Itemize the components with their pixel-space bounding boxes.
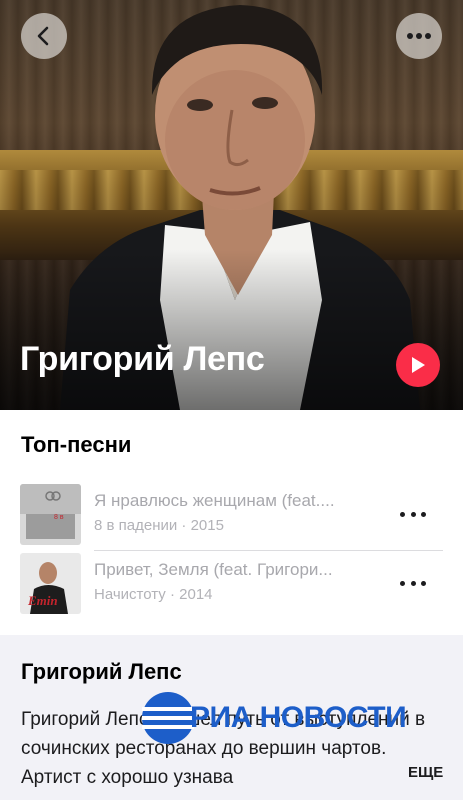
ellipsis-dot xyxy=(400,511,405,517)
song-row[interactable]: 8 в Я нравлюсь женщинам (feat.... 8 в па… xyxy=(0,484,463,551)
svg-text:Emin: Emin xyxy=(27,593,58,608)
ellipsis-dot xyxy=(421,580,426,586)
play-button[interactable] xyxy=(396,343,440,387)
song-more-button[interactable] xyxy=(400,504,426,524)
song-title: Я нравлюсь женщинам (feat.... xyxy=(94,491,335,510)
ellipsis-dot xyxy=(410,580,416,586)
ria-novosti-watermark: РИА НОВОСТИ xyxy=(140,688,440,748)
song-meta: Начистоту · 2014 xyxy=(94,586,213,603)
play-icon xyxy=(412,357,425,373)
album-art: Emin xyxy=(20,553,81,614)
divider xyxy=(94,550,443,551)
chevron-left-icon xyxy=(37,26,49,46)
more-options-button[interactable] xyxy=(396,13,442,59)
song-album: Начистоту xyxy=(94,586,166,603)
ellipsis-dot xyxy=(400,580,405,586)
ellipsis-dot xyxy=(421,511,426,517)
ellipsis-icon xyxy=(407,33,431,39)
album-art: 8 в xyxy=(20,484,81,545)
ria-logo-icon xyxy=(142,692,194,744)
about-heading: Григорий Лепс xyxy=(21,659,182,684)
song-year: 2015 xyxy=(190,517,224,534)
watermark-text: РИА НОВОСТИ xyxy=(190,701,407,734)
meta-separator: · xyxy=(177,517,191,534)
song-more-button[interactable] xyxy=(400,573,426,593)
song-year: 2014 xyxy=(179,586,213,603)
hero-gradient-overlay xyxy=(0,250,463,410)
artist-hero: Григорий Лепс xyxy=(0,0,463,410)
svg-text:8 в: 8 в xyxy=(54,514,64,521)
song-album: 8 в падении xyxy=(94,517,178,534)
ellipsis-dot xyxy=(410,511,416,517)
artist-name: Григорий Лепс xyxy=(20,340,265,378)
song-row[interactable]: Emin Привет, Земля (feat. Григори... Нач… xyxy=(0,553,463,615)
song-meta: 8 в падении · 2015 xyxy=(94,517,224,534)
more-link[interactable]: ЕЩЕ xyxy=(402,764,444,781)
top-songs-heading: Топ-песни xyxy=(21,432,132,457)
song-title: Привет, Земля (feat. Григори... xyxy=(94,560,333,579)
meta-separator: · xyxy=(165,586,180,603)
back-button[interactable] xyxy=(21,13,67,59)
